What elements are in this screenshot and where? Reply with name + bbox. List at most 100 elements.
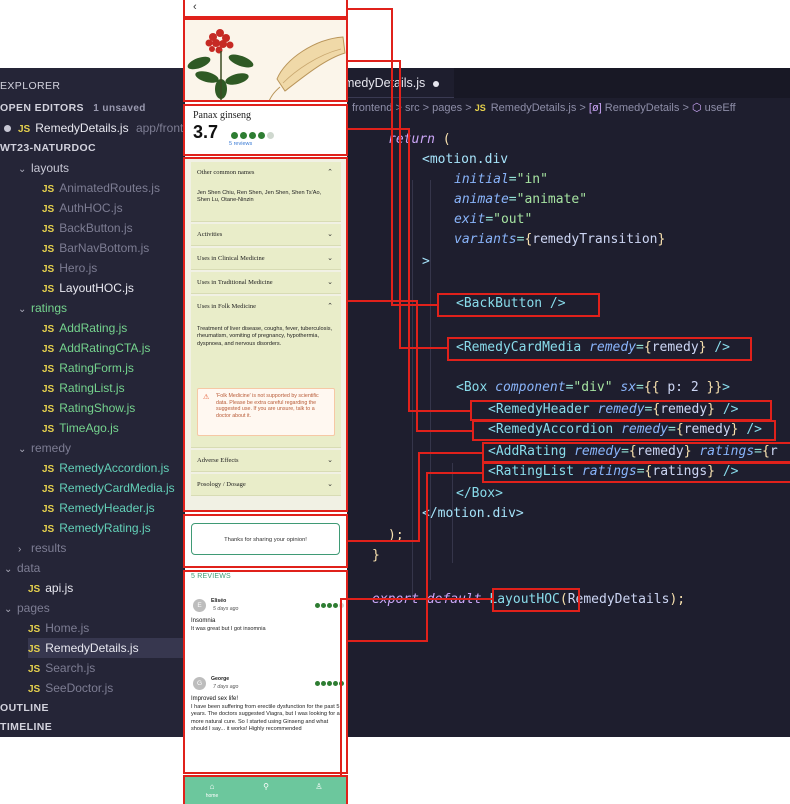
annotation-box-header-ui [183,104,348,156]
unsaved-dot-icon [433,80,440,87]
unsaved-dot-icon [4,125,11,133]
js-file-icon: JS [42,364,55,375]
connector-line [426,472,428,642]
tree-item-label: Home.js [45,621,90,635]
tree-item-label: RemedyRating.js [59,521,151,535]
connector-line [418,452,420,542]
timeline-section[interactable]: TIMELINE [0,717,52,737]
tree-file-item[interactable]: JS LayoutHOC.js [42,278,134,298]
open-editors-label: OPEN EDITORS [0,102,84,114]
tree-file-item[interactable]: JS BackButton.js [42,218,133,238]
tree-item-label: RatingShow.js [59,401,136,415]
tree-item-label: RemedyAccordion.js [59,461,170,475]
outline-section[interactable]: OUTLINE [0,698,49,718]
breadcrumb-frontend[interactable]: frontend [352,102,392,114]
screenshot-stage: EXPLORER OPEN EDITORS 1 unsaved JS Remedy… [0,0,790,804]
tree-file-item[interactable]: JS Home.js [28,618,89,638]
connector-line [340,598,342,776]
indent-guide [412,180,413,600]
tree-file-item[interactable]: JS RatingForm.js [42,358,134,378]
js-file-icon: JS [42,264,55,275]
code-line-animate: animate="animate" [454,192,588,207]
connector-line [418,452,483,454]
tree-file-item[interactable]: JS RemedyDetails.js [28,638,184,658]
connector-line [416,430,473,432]
annotation-box-addrating-ui [183,514,348,568]
breadcrumb-pages[interactable]: pages [432,102,462,114]
tree-file-item[interactable]: JS RatingList.js [42,378,125,398]
tree-file-item[interactable]: JS RemedyHeader.js [42,498,155,518]
code-line-initial: initial="in" [454,172,548,187]
connector-line [399,60,401,348]
breadcrumb-sep: > [465,102,472,114]
tree-file-item[interactable]: JS BarNavBottom.js [42,238,149,258]
tree-item-label: TimeAgo.js [59,421,119,435]
connector-line [426,472,483,474]
code-line-variants: variants={remedyTransition} [454,232,666,247]
tree-file-item[interactable]: JS RatingShow.js [42,398,135,418]
connector-line [416,300,418,431]
breadcrumb-symbol[interactable]: RemedyDetails [605,102,680,114]
symbol-function-icon: [ø] [588,102,602,114]
tree-file-item[interactable]: JS AnimatedRoutes.js [42,178,160,198]
js-file-icon: JS [28,584,41,595]
tree-folder-item[interactable]: ⌄ layouts [18,158,69,178]
tree-file-item[interactable]: JS RemedyRating.js [42,518,151,538]
connector-line [348,300,418,302]
tree-folder-item[interactable]: › results [18,538,66,558]
project-section[interactable]: WT23-NATURDOC [0,138,96,158]
open-editor-path: app/front [135,121,184,135]
js-file-icon: JS [474,103,486,113]
tree-item-label: RemedyCardMedia.js [59,481,175,495]
tree-file-item[interactable]: JS AddRating.js [42,318,127,338]
symbol-cube-icon: ⬡ [691,102,702,114]
tree-file-item[interactable]: JS RemedyCardMedia.js [42,478,175,498]
breadcrumb-file[interactable]: RemedyDetails.js [491,102,577,114]
tree-file-item[interactable]: JS AuthHOC.js [42,198,123,218]
breadcrumb-sep: > [579,102,586,114]
breadcrumb-src[interactable]: src [405,102,420,114]
tree-file-item[interactable]: JS Hero.js [42,258,97,278]
open-editors-section[interactable]: OPEN EDITORS 1 unsaved [0,98,146,118]
tree-folder-item[interactable]: ⌄ remedy [18,438,71,458]
tree-item-label: LayoutHOC.js [59,281,134,295]
js-file-icon: JS [42,464,55,475]
chevron-down-icon: ⌄ [4,564,13,575]
tree-item-label: RemedyHeader.js [59,501,155,515]
connector-line [348,540,420,542]
tree-file-item[interactable]: JS RemedyAccordion.js [42,458,169,478]
js-file-icon: JS [42,484,55,495]
open-editor-item[interactable]: JS RemedyDetails.js app/front [4,118,183,138]
tree-item-label: AddRating.js [59,321,128,335]
open-editor-file: RemedyDetails.js [35,121,129,135]
connector-line [340,598,493,600]
tree-file-item[interactable]: JS TimeAgo.js [42,418,119,438]
annotation-box-layouthoc-ui [183,775,348,804]
tree-file-item[interactable]: JS api.js [28,578,73,598]
breadcrumb-useeffect[interactable]: useEff [705,102,736,114]
tree-item-label: Search.js [45,661,96,675]
connector-line [348,128,410,130]
tree-file-item[interactable]: JS SeeDoctor.js [28,678,113,698]
tree-item-label: SeeDoctor.js [45,681,114,695]
annotation-box-backbutton-ui [183,0,348,18]
connector-line [348,8,393,10]
connector-line [399,347,448,349]
tree-folder-item[interactable]: ⌄ data [4,558,40,578]
js-file-icon: JS [42,504,55,515]
chevron-down-icon: ⌄ [18,444,27,455]
tree-file-item[interactable]: JS AddRatingCTA.js [42,338,150,358]
js-file-icon: JS [42,184,55,195]
tree-folder-item[interactable]: ⌄ pages [4,598,50,618]
tree-item-label: api.js [45,581,74,595]
annotation-box-accordion-code [472,420,776,441]
annotation-box-ratinglist-code [482,462,790,483]
js-file-icon: JS [42,384,55,395]
tree-folder-item[interactable]: ⌄ ratings [18,298,67,318]
code-line-motion-close: </motion.div> [422,506,524,521]
chevron-right-icon: › [18,544,22,555]
explorer-sidebar: EXPLORER OPEN EDITORS 1 unsaved JS Remedy… [0,68,184,737]
annotation-box-cardmedia-ui [183,18,348,102]
editor-tab-label: medyDetails.js [344,76,426,90]
tree-file-item[interactable]: JS Search.js [28,658,95,678]
